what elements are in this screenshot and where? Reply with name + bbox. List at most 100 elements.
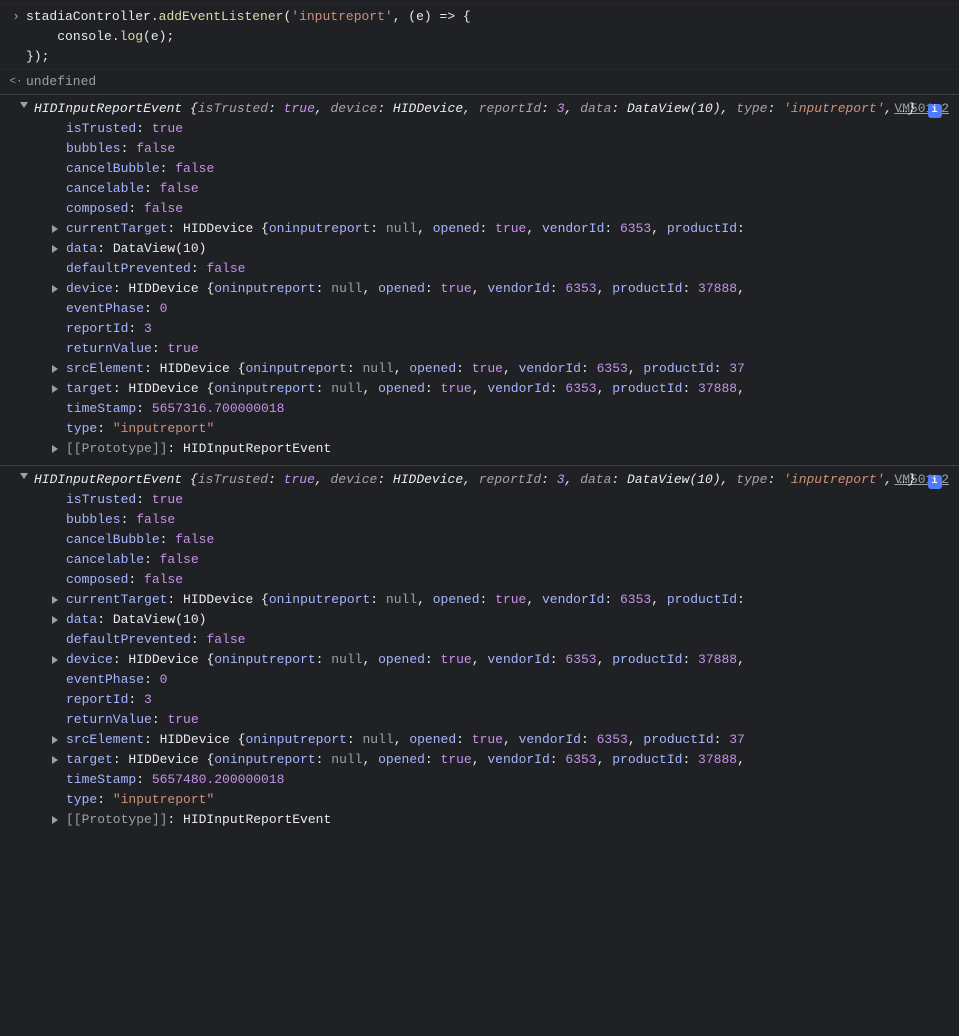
property-row[interactable]: data: DataView(10): [52, 239, 953, 259]
expand-toggle-icon[interactable]: [52, 616, 58, 624]
property-row[interactable]: type: "inputreport": [52, 790, 953, 810]
property-row[interactable]: returnValue: true: [52, 710, 953, 730]
property-row[interactable]: currentTarget: HIDDevice {oninputreport:…: [52, 590, 953, 610]
prop-value: 0: [160, 672, 168, 687]
log-entry: VM501:2HIDInputReportEvent {isTrusted: t…: [0, 94, 959, 465]
prop-key: currentTarget: [66, 592, 167, 607]
prop-key: target: [66, 381, 113, 396]
expand-toggle-icon[interactable]: [52, 736, 58, 744]
prop-key: timeStamp: [66, 772, 136, 787]
object-class: HIDDevice: [128, 281, 206, 296]
expand-toggle-icon[interactable]: [52, 225, 58, 233]
property-row[interactable]: [[Prototype]]: HIDInputReportEvent: [52, 439, 953, 459]
property-row[interactable]: cancelBubble: false: [52, 159, 953, 179]
prop-value: false: [175, 532, 214, 547]
prop-value: true: [167, 712, 198, 727]
prop-key: eventPhase: [66, 672, 144, 687]
prop-key: srcElement: [66, 732, 144, 747]
object-class: HIDDevice: [183, 221, 261, 236]
property-row[interactable]: data: DataView(10): [52, 610, 953, 630]
property-row[interactable]: timeStamp: 5657480.200000018: [52, 770, 953, 790]
prop-value: false: [160, 552, 199, 567]
property-row[interactable]: returnValue: true: [52, 339, 953, 359]
expand-toggle-icon[interactable]: [52, 445, 58, 453]
code-string: 'inputreport': [291, 9, 392, 24]
prop-key: composed: [66, 572, 128, 587]
prop-key: target: [66, 752, 113, 767]
info-icon[interactable]: i: [928, 475, 942, 489]
property-row[interactable]: composed: false: [52, 199, 953, 219]
prop-key: cancelable: [66, 181, 144, 196]
prop-key: [[Prototype]]: [66, 441, 167, 456]
property-row[interactable]: isTrusted: true: [52, 490, 953, 510]
prop-key: data: [66, 241, 97, 256]
prop-value: false: [206, 261, 245, 276]
input-code: stadiaController.addEventListener('input…: [26, 7, 953, 67]
prop-value: false: [160, 181, 199, 196]
prop-value: DataView(10): [113, 241, 207, 256]
property-row[interactable]: cancelable: false: [52, 179, 953, 199]
property-row[interactable]: target: HIDDevice {oninputreport: null, …: [52, 379, 953, 399]
property-row[interactable]: composed: false: [52, 570, 953, 590]
property-row[interactable]: isTrusted: true: [52, 119, 953, 139]
property-row[interactable]: defaultPrevented: false: [52, 630, 953, 650]
object-class: HIDDevice: [160, 361, 238, 376]
expand-toggle-icon[interactable]: [52, 285, 58, 293]
prop-key: srcElement: [66, 361, 144, 376]
prop-value: 5657480.200000018: [152, 772, 285, 787]
property-row[interactable]: srcElement: HIDDevice {oninputreport: nu…: [52, 730, 953, 750]
prop-key: cancelable: [66, 552, 144, 567]
code-method: addEventListener: [159, 9, 284, 24]
property-row[interactable]: cancelable: false: [52, 550, 953, 570]
prop-key: currentTarget: [66, 221, 167, 236]
prop-key: defaultPrevented: [66, 632, 191, 647]
expand-toggle-icon[interactable]: [52, 365, 58, 373]
prop-value: "inputreport": [113, 792, 214, 807]
property-list: isTrusted: truebubbles: falsecancelBubbl…: [34, 119, 953, 459]
prop-key: type: [66, 792, 97, 807]
property-row[interactable]: reportId: 3: [52, 690, 953, 710]
prop-value: false: [144, 572, 183, 587]
console-input-row[interactable]: › stadiaController.addEventListener('inp…: [0, 4, 959, 69]
property-row[interactable]: srcElement: HIDDevice {oninputreport: nu…: [52, 359, 953, 379]
info-icon[interactable]: i: [928, 104, 942, 118]
property-row[interactable]: currentTarget: HIDDevice {oninputreport:…: [52, 219, 953, 239]
expand-toggle-icon[interactable]: [52, 596, 58, 604]
prop-key: [[Prototype]]: [66, 812, 167, 827]
expand-toggle-icon[interactable]: [20, 102, 28, 108]
property-row[interactable]: [[Prototype]]: HIDInputReportEvent: [52, 810, 953, 830]
property-row[interactable]: device: HIDDevice {oninputreport: null, …: [52, 650, 953, 670]
prop-key: type: [66, 421, 97, 436]
property-row[interactable]: defaultPrevented: false: [52, 259, 953, 279]
prop-key: returnValue: [66, 712, 152, 727]
property-row[interactable]: cancelBubble: false: [52, 530, 953, 550]
property-row[interactable]: target: HIDDevice {oninputreport: null, …: [52, 750, 953, 770]
prop-key: device: [66, 281, 113, 296]
expand-toggle-icon[interactable]: [52, 385, 58, 393]
property-row[interactable]: eventPhase: 0: [52, 670, 953, 690]
property-row[interactable]: eventPhase: 0: [52, 299, 953, 319]
expand-toggle-icon[interactable]: [52, 756, 58, 764]
property-row[interactable]: bubbles: false: [52, 139, 953, 159]
return-icon: <·: [6, 72, 26, 92]
object-summary[interactable]: HIDInputReportEvent {isTrusted: true, de…: [34, 470, 953, 490]
property-row[interactable]: bubbles: false: [52, 510, 953, 530]
property-row[interactable]: type: "inputreport": [52, 419, 953, 439]
object-class: HIDDevice: [128, 752, 206, 767]
expand-toggle-icon[interactable]: [52, 245, 58, 253]
prop-value: 3: [144, 692, 152, 707]
property-list: isTrusted: truebubbles: falsecancelBubbl…: [34, 490, 953, 830]
object-class: HIDDevice: [160, 732, 238, 747]
property-row[interactable]: device: HIDDevice {oninputreport: null, …: [52, 279, 953, 299]
prop-value: DataView(10): [113, 612, 207, 627]
property-row[interactable]: reportId: 3: [52, 319, 953, 339]
expand-toggle-icon[interactable]: [52, 816, 58, 824]
prop-value: 0: [160, 301, 168, 316]
object-summary[interactable]: HIDInputReportEvent {isTrusted: true, de…: [34, 99, 953, 119]
expand-toggle-icon[interactable]: [52, 656, 58, 664]
prop-key: bubbles: [66, 512, 121, 527]
prop-key: reportId: [66, 692, 128, 707]
prop-key: defaultPrevented: [66, 261, 191, 276]
expand-toggle-icon[interactable]: [20, 473, 28, 479]
property-row[interactable]: timeStamp: 5657316.700000018: [52, 399, 953, 419]
